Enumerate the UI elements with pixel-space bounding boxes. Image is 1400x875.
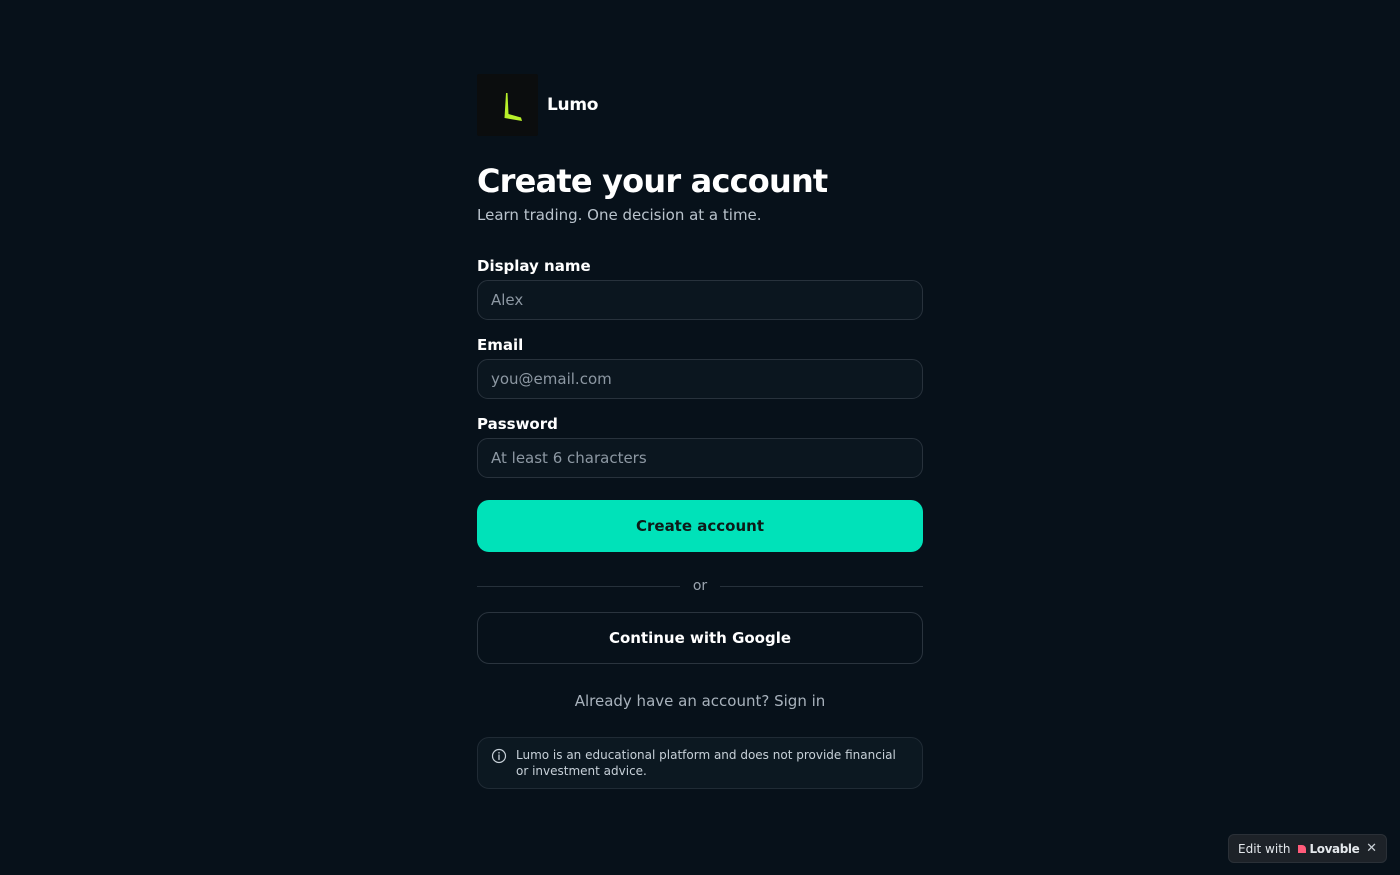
sign-in-link[interactable]: Sign in: [774, 692, 825, 710]
info-icon: [491, 748, 507, 764]
lumo-logo: [477, 74, 538, 136]
close-icon[interactable]: ✕: [1366, 841, 1377, 856]
signin-prompt-text: Already have an account?: [574, 692, 770, 710]
password-input[interactable]: [477, 438, 923, 478]
display-name-label: Display name: [477, 257, 591, 275]
divider-label: or: [692, 578, 708, 594]
badge-brand: Lovable: [1309, 841, 1360, 856]
signup-page: Lumo Create your account Learn trading. …: [0, 0, 1400, 875]
email-input[interactable]: [477, 359, 923, 399]
edit-with-lovable-badge[interactable]: Edit with Lovable ✕: [1228, 834, 1387, 863]
email-field-group: Email: [477, 335, 923, 399]
divider-line-right: [720, 585, 924, 587]
continue-with-google-button[interactable]: Continue with Google: [477, 612, 923, 664]
badge-prefix: Edit with: [1238, 841, 1291, 856]
email-label: Email: [477, 336, 524, 354]
signup-form-column: Lumo Create your account Learn trading. …: [477, 74, 924, 789]
display-name-input[interactable]: [477, 280, 923, 320]
display-name-field-group: Display name: [477, 256, 923, 320]
signin-prompt-row: Already have an account? Sign in: [477, 692, 923, 710]
password-label: Password: [477, 415, 558, 433]
disclaimer-text: Lumo is an educational platform and does…: [516, 748, 896, 778]
brand-name: Lumo: [547, 95, 599, 115]
divider-line-left: [477, 585, 680, 587]
disclaimer-box: Lumo is an educational platform and does…: [477, 737, 923, 789]
page-subtitle: Learn trading. One decision at a time.: [477, 206, 762, 224]
password-field-group: Password: [477, 414, 923, 478]
create-account-button[interactable]: Create account: [477, 500, 923, 552]
lovable-heart-icon: [1297, 844, 1306, 853]
lumo-logo-icon: [504, 93, 522, 121]
brand: Lumo: [477, 74, 923, 136]
page-title: Create your account: [477, 162, 828, 200]
or-divider: or: [477, 576, 924, 596]
